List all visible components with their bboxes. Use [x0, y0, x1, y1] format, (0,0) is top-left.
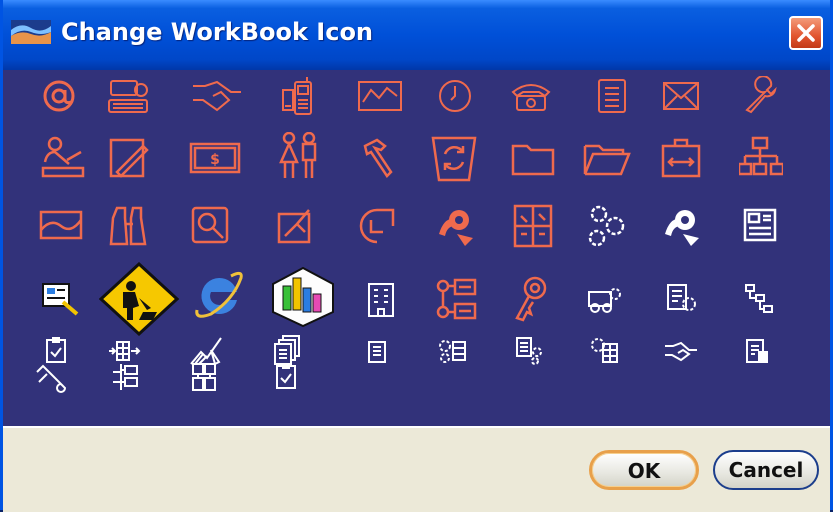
keyboard-key-icon[interactable]	[107, 78, 151, 116]
cancel-button-label: Cancel	[728, 458, 804, 482]
report-icon[interactable]	[743, 336, 771, 366]
gear-panel-icon[interactable]	[589, 336, 621, 366]
construction-worker-icon[interactable]	[99, 262, 179, 336]
form-icon[interactable]	[743, 208, 779, 244]
notepad-icon[interactable]	[595, 78, 629, 114]
line-chart-icon[interactable]	[357, 80, 403, 112]
svg-text:$: $	[210, 152, 220, 168]
gear-arrow-icon[interactable]	[435, 204, 479, 248]
small-flowchart-icon[interactable]	[743, 282, 775, 316]
bar-chart-3d-icon[interactable]	[271, 264, 335, 328]
ok-button-label: OK	[627, 459, 661, 483]
envelope-icon[interactable]	[661, 80, 701, 112]
folder-closed-icon[interactable]	[511, 140, 555, 176]
magnifier-icon[interactable]	[191, 206, 231, 246]
building-icon[interactable]	[365, 282, 397, 318]
dialog-footer: OK Cancel	[3, 426, 830, 512]
hammer-icon[interactable]	[359, 136, 399, 180]
gear-table-icon[interactable]	[437, 338, 469, 364]
tree-structure-icon[interactable]	[111, 362, 141, 392]
transfer-box-icon[interactable]	[661, 136, 701, 180]
pencil-paper-icon[interactable]	[109, 136, 149, 180]
clock-icon[interactable]	[437, 78, 475, 114]
close-icon	[797, 24, 815, 42]
org-chart-icon[interactable]	[739, 136, 783, 180]
process-flow-icon[interactable]	[433, 276, 479, 322]
document-edit-icon[interactable]	[275, 206, 315, 246]
document-gear-icon[interactable]	[665, 282, 697, 316]
key-person-icon[interactable]	[513, 276, 553, 322]
telephone-icon[interactable]	[509, 80, 553, 112]
cancel-button[interactable]: Cancel	[713, 450, 819, 490]
cell-phone-icon[interactable]	[279, 76, 317, 116]
close-button[interactable]	[789, 16, 823, 50]
key-card-icon[interactable]	[41, 282, 81, 318]
dollar-bill-icon[interactable]: $	[189, 142, 241, 174]
clipboard-check-icon[interactable]	[273, 362, 301, 392]
workbook-flag-icon	[11, 20, 51, 44]
tools-icon[interactable]	[33, 362, 69, 394]
binoculars-icon[interactable]	[109, 204, 149, 248]
arrow-grid-icon[interactable]	[107, 338, 143, 364]
people-icon[interactable]	[277, 132, 321, 182]
document-grid-icon[interactable]	[513, 204, 553, 248]
module-grid-icon[interactable]	[189, 360, 221, 394]
document-gears-icon[interactable]	[515, 336, 545, 366]
folder-open-icon[interactable]	[583, 140, 631, 176]
text-document-icon[interactable]	[365, 340, 389, 364]
ok-button[interactable]: OK	[589, 450, 699, 490]
gear-cycle-icon[interactable]	[661, 204, 705, 248]
dialog-title: Change WorkBook Icon	[61, 18, 374, 46]
network-link-icon[interactable]	[39, 210, 85, 244]
at-sign-icon[interactable]	[41, 78, 77, 114]
internet-explorer-icon[interactable]	[193, 270, 245, 324]
recycle-bin-icon[interactable]	[431, 134, 477, 182]
icon-grid: $	[3, 70, 830, 426]
handshake-icon[interactable]	[191, 78, 243, 114]
user-at-desk-icon[interactable]	[41, 136, 85, 180]
title-bar[interactable]: Change WorkBook Icon	[3, 0, 830, 70]
handshake-small-icon[interactable]	[663, 340, 699, 362]
refresh-arrows-icon[interactable]	[355, 204, 399, 248]
car-gears-icon[interactable]	[587, 284, 623, 316]
gears-icon[interactable]	[585, 202, 629, 250]
change-workbook-icon-dialog: Change WorkBook Icon $ OK Cancel	[0, 0, 833, 512]
wrench-icon[interactable]	[741, 76, 781, 116]
